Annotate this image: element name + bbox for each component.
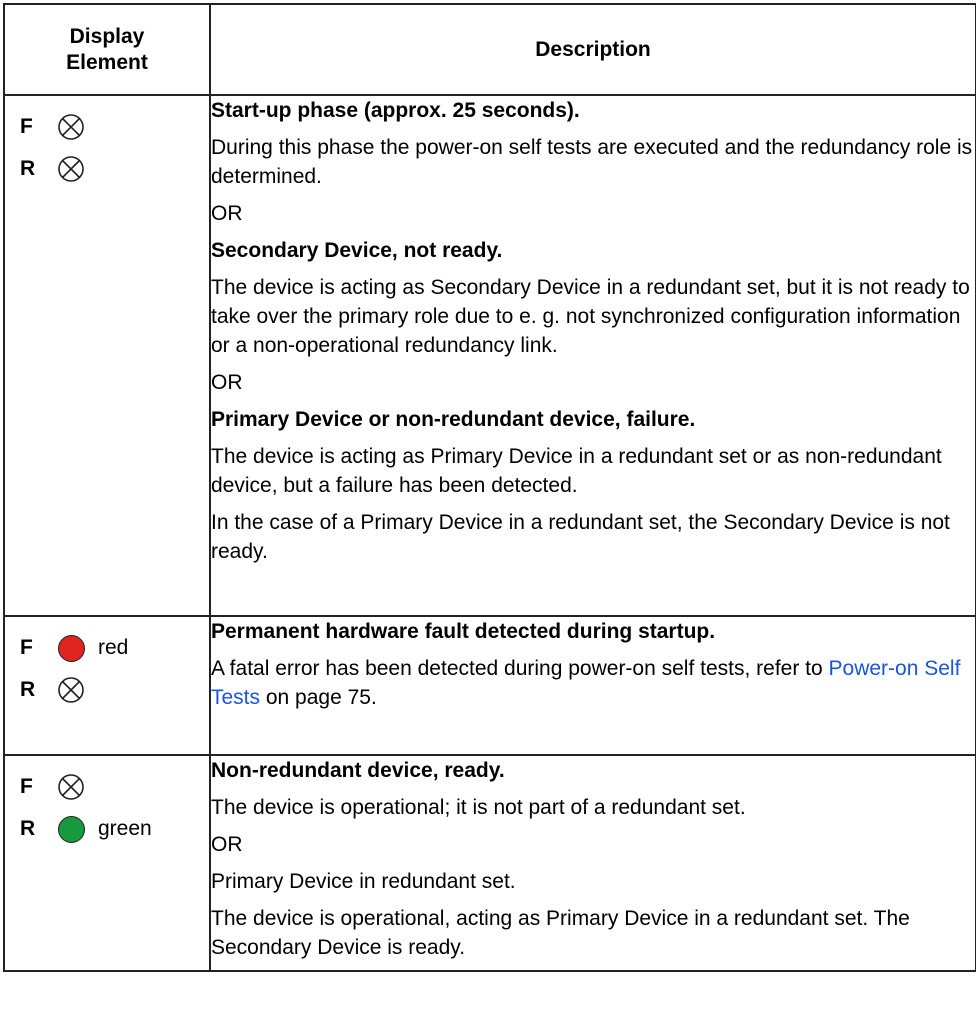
led-r-line: R <box>5 669 209 711</box>
or-text: OR <box>211 202 243 225</box>
led-off-icon <box>56 675 86 705</box>
led-f-line: F <box>5 766 209 808</box>
state-text: The device is acting as Secondary Device… <box>211 276 970 357</box>
state-text: The device is operational, acting as Pri… <box>211 907 910 959</box>
state-text: During this phase the power-on self test… <box>211 136 973 188</box>
description-cell: Non-redundant device, ready. The device … <box>209 754 976 972</box>
led-red-icon <box>56 633 86 663</box>
state-text: Primary Device in redundant set. <box>211 870 516 893</box>
state-text: The device is acting as Primary Device i… <box>211 445 942 497</box>
table-row: F R Start-up phase (approx. 25 seconds).… <box>3 94 976 617</box>
led-green-icon <box>56 814 86 844</box>
table-row: F R green Non-redundant device, ready. T… <box>3 754 976 972</box>
or-text: OR <box>211 833 243 856</box>
text-after-link: on page 75. <box>260 686 377 709</box>
led-f-letter: F <box>20 115 33 138</box>
state-text: The device is operational; it is not par… <box>211 796 746 819</box>
led-r-line: R green <box>5 808 209 850</box>
description-cell: Start-up phase (approx. 25 seconds). Dur… <box>209 94 976 617</box>
led-r-letter: R <box>20 817 36 840</box>
led-off-icon <box>56 154 86 184</box>
state-title: Primary Device or non-redundant device, … <box>211 408 696 431</box>
description-cell: Permanent hardware fault detected during… <box>209 615 976 756</box>
display-element-cell: F R <box>3 94 211 617</box>
state-text: A fatal error has been detected during p… <box>211 654 975 712</box>
state-title: Non-redundant device, ready. <box>211 759 505 782</box>
table-row: F red R Permanent hardware fault detecte… <box>3 615 976 756</box>
led-r-letter: R <box>20 157 36 180</box>
led-f-letter: F <box>20 775 33 798</box>
led-f-line: F red <box>5 627 209 669</box>
display-element-cell: F red R <box>3 615 211 756</box>
header-display-element: Display Element <box>3 3 211 96</box>
led-status-table: Display Element Description F R Start-up… <box>3 3 976 972</box>
display-element-cell: F R green <box>3 754 211 972</box>
led-off-icon <box>56 772 86 802</box>
led-r-line: R <box>5 148 209 190</box>
state-title: Start-up phase (approx. 25 seconds). <box>211 99 580 122</box>
led-r-letter: R <box>20 678 36 701</box>
led-color-label: green <box>98 817 152 840</box>
led-color-label: red <box>98 636 129 659</box>
table-header-row: Display Element Description <box>3 3 976 96</box>
led-f-letter: F <box>20 636 33 659</box>
state-text: In the case of a Primary Device in a red… <box>211 511 950 563</box>
led-f-line: F <box>5 106 209 148</box>
header-description: Description <box>209 3 976 96</box>
state-title: Permanent hardware fault detected during… <box>211 620 716 643</box>
text-before-link: A fatal error has been detected during p… <box>211 657 829 680</box>
state-title: Secondary Device, not ready. <box>211 239 503 262</box>
or-text: OR <box>211 371 243 394</box>
led-off-icon <box>56 112 86 142</box>
